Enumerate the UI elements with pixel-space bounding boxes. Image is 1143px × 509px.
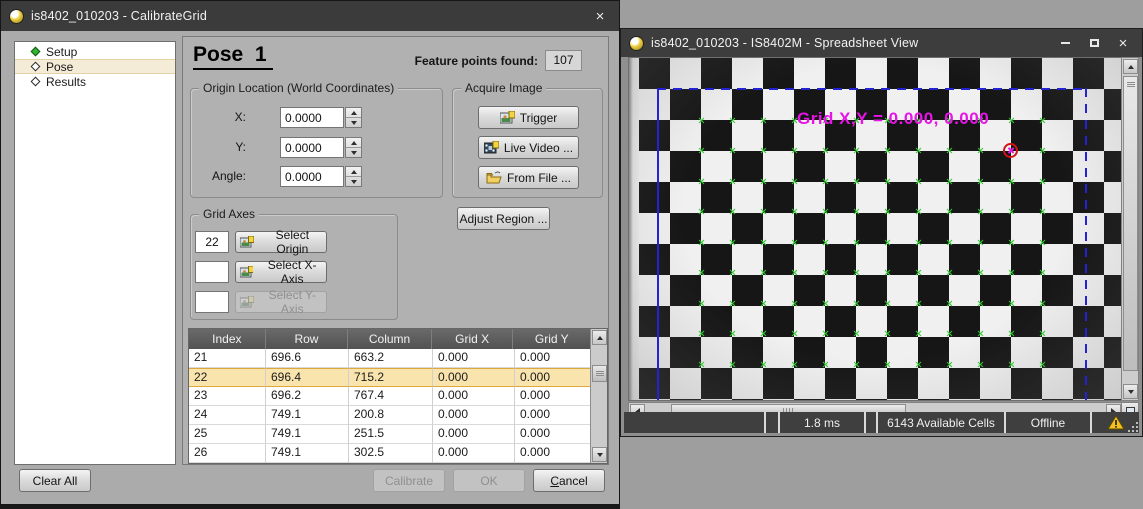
scrollbar-thumb[interactable] (592, 365, 607, 382)
trigger-icon (500, 111, 515, 124)
select-origin-button[interactable]: Select Origin (235, 231, 327, 253)
status-segment-spacer (766, 412, 780, 433)
status-online-state: Offline (1006, 412, 1092, 433)
y-field[interactable] (280, 137, 344, 158)
feature-points-label: Feature points found: (415, 54, 538, 68)
scroll-down-icon[interactable] (1123, 384, 1138, 399)
calibrate-grid-dialog: is8402_010203 - CalibrateGrid × Setup Po… (0, 0, 620, 505)
warning-icon (1107, 415, 1125, 430)
select-point-icon (240, 296, 254, 308)
hollow-diamond-icon (31, 77, 41, 87)
spinner-up-icon (346, 138, 361, 148)
table-row[interactable]: 26 749.1 302.5 0.000 0.000 (189, 444, 607, 463)
table-row[interactable]: 23 696.2 767.4 0.000 0.000 (189, 387, 607, 406)
tree-item-setup[interactable]: Setup (15, 44, 175, 59)
hollow-diamond-icon (31, 62, 41, 72)
spinner-down-icon (346, 177, 361, 186)
select-point-icon (240, 266, 253, 278)
grid-axes-group: Grid Axes Select Origin S (190, 214, 398, 320)
pose-tree: Setup Pose Results (14, 41, 176, 465)
grid-coordinates-label: Grid X,Y = 0.000, 0.000 (797, 109, 989, 129)
origin-location-group: Origin Location (World Coordinates) X: Y… (190, 88, 443, 198)
scroll-up-icon[interactable] (592, 330, 607, 345)
feature-point-table: Index Row Column Grid X Grid Y 21 696.6 … (188, 328, 608, 464)
window-titlebar[interactable]: is8402_010203 - IS8402M - Spreadsheet Vi… (621, 29, 1142, 57)
from-file-button[interactable]: From File ... (478, 166, 579, 189)
y-label: Y: (186, 140, 246, 154)
table-row[interactable]: 24 749.1 200.8 0.000 0.000 (189, 406, 607, 425)
calibrate-button: Calibrate (373, 469, 445, 492)
status-available-cells: 6143 Available Cells (878, 412, 1006, 433)
column-header-column[interactable]: Column (348, 329, 432, 349)
status-acquisition-time: 1.8 ms (780, 412, 866, 433)
x-field[interactable] (280, 107, 344, 128)
app-icon (629, 36, 644, 51)
close-icon[interactable]: × (589, 7, 611, 25)
live-video-button[interactable]: Live Video ... (478, 136, 579, 159)
status-segment-empty (624, 412, 766, 433)
x-label: X: (186, 110, 246, 124)
table-row[interactable]: 21 696.6 663.2 0.000 0.000 (189, 349, 607, 368)
adjust-region-button[interactable]: Adjust Region ... (457, 207, 550, 230)
app-icon (9, 9, 24, 24)
feature-points-value: 107 (545, 50, 582, 71)
status-bar: 1.8 ms 6143 Available Cells Offline (624, 412, 1139, 433)
resize-grip-icon[interactable] (1126, 420, 1138, 432)
ok-button: OK (453, 469, 525, 492)
angle-label: Angle: (186, 169, 246, 183)
clear-all-button[interactable]: Clear All (19, 469, 91, 492)
scroll-down-icon[interactable] (592, 447, 607, 462)
x-axis-index-field[interactable] (195, 261, 229, 283)
select-point-icon (240, 236, 254, 248)
cancel-button[interactable]: Cancel (533, 469, 605, 492)
column-header-row[interactable]: Row (266, 329, 349, 349)
column-header-index[interactable]: Index (189, 329, 266, 349)
trigger-button[interactable]: Trigger (478, 106, 579, 129)
table-scrollbar[interactable] (590, 329, 607, 463)
angle-field[interactable] (280, 166, 344, 187)
vertical-scrollbar[interactable] (1121, 57, 1139, 401)
table-row-selected[interactable]: 22 696.4 715.2 0.000 0.000 (189, 368, 607, 387)
acquire-image-group: Acquire Image Trigger Live V (452, 88, 603, 198)
x-spinner[interactable] (345, 107, 362, 128)
tree-item-pose[interactable]: Pose (15, 59, 175, 74)
spinner-down-icon (346, 148, 361, 157)
close-icon[interactable]: × (1112, 34, 1134, 52)
dialog-title: is8402_010203 - CalibrateGrid (31, 9, 582, 23)
dialog-titlebar[interactable]: is8402_010203 - CalibrateGrid × (1, 1, 619, 31)
window-title: is8402_010203 - IS8402M - Spreadsheet Vi… (651, 36, 1047, 50)
maximize-icon[interactable] (1083, 34, 1105, 52)
select-x-axis-button[interactable]: Select X-Axis (235, 261, 327, 283)
image-canvas[interactable]: Grid X,Y = 0.000, 0.000 (628, 57, 1122, 401)
spinner-up-icon (346, 167, 361, 177)
y-spinner[interactable] (345, 137, 362, 158)
spreadsheet-view-window: is8402_010203 - IS8402M - Spreadsheet Vi… (620, 28, 1143, 437)
table-header: Index Row Column Grid X Grid Y (189, 329, 607, 349)
from-file-icon (486, 171, 502, 184)
pose-panel: Pose 1 Feature points found: 107 Origin … (182, 36, 609, 465)
select-y-axis-button: Select Y-Axis (235, 291, 327, 313)
page-title: Pose 1 (193, 43, 273, 70)
live-video-icon (484, 141, 499, 154)
column-header-gridx[interactable]: Grid X (432, 329, 514, 349)
status-segment-spacer (866, 412, 878, 433)
column-header-gridy[interactable]: Grid Y (513, 329, 590, 349)
tree-item-results[interactable]: Results (15, 74, 175, 89)
origin-index-field[interactable] (195, 231, 229, 253)
scrollbar-thumb[interactable] (1123, 76, 1138, 371)
y-axis-index-field[interactable] (195, 291, 229, 313)
scroll-up-icon[interactable] (1123, 59, 1138, 74)
spinner-down-icon (346, 118, 361, 127)
filled-diamond-icon (31, 47, 41, 57)
spinner-up-icon (346, 108, 361, 118)
minimize-icon[interactable] (1054, 34, 1076, 52)
table-row[interactable]: 25 749.1 251.5 0.000 0.000 (189, 425, 607, 444)
angle-spinner[interactable] (345, 166, 362, 187)
